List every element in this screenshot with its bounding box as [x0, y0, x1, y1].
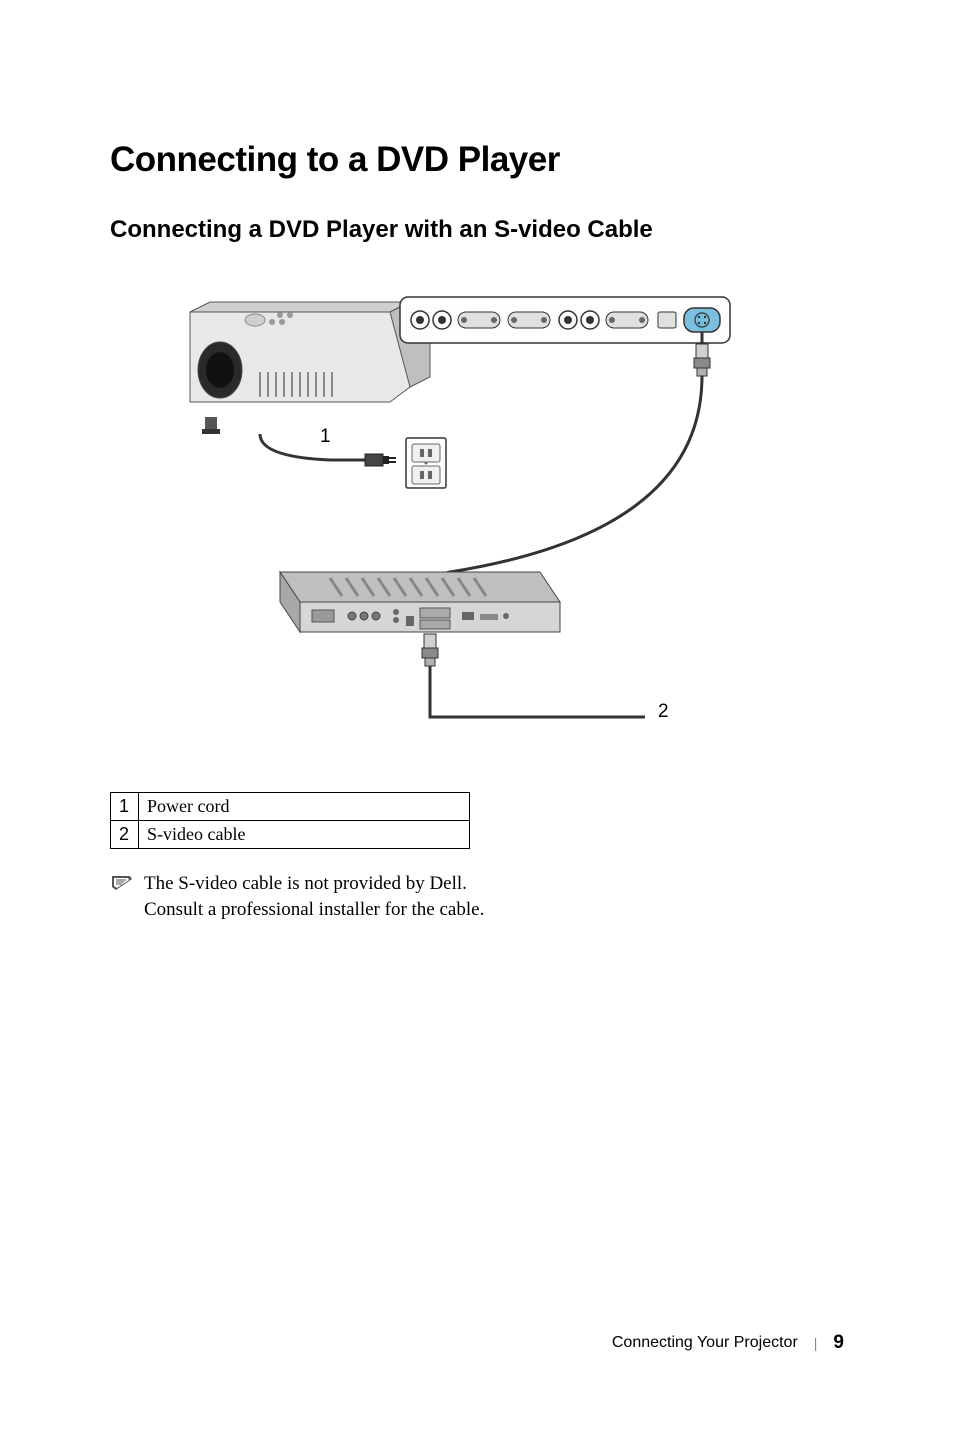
note-icon — [110, 873, 134, 893]
legend-num: 1 — [111, 793, 139, 821]
dvd-player-icon — [280, 572, 560, 632]
main-heading: Connecting to a DVD Player — [110, 140, 844, 180]
footer-divider: | — [814, 1335, 818, 1351]
wall-outlet-icon — [406, 438, 446, 488]
connector-panel-icon — [400, 297, 730, 343]
page-footer: Connecting Your Projector | 9 — [612, 1332, 844, 1354]
legend-table: 1 Power cord 2 S-video cable — [110, 792, 470, 849]
note: The S-video cable is not provided by Del… — [110, 871, 844, 922]
svideo-cable-icon — [430, 332, 710, 612]
footer-page-number: 9 — [833, 1332, 844, 1354]
table-row: 1 Power cord — [111, 793, 470, 821]
legend-num: 2 — [111, 821, 139, 849]
callout-2: 2 — [658, 701, 669, 722]
callout-1: 1 — [320, 426, 331, 447]
legend-label: Power cord — [139, 793, 470, 821]
legend-label: S-video cable — [139, 821, 470, 849]
note-line-2: Consult a professional installer for the… — [144, 899, 484, 920]
sub-heading: Connecting a DVD Player with an S-video … — [110, 216, 844, 244]
table-row: 2 S-video cable — [111, 821, 470, 849]
note-text: The S-video cable is not provided by Del… — [144, 871, 484, 922]
connection-diagram: 1 2 — [110, 272, 750, 752]
diagram-svg: 1 2 — [110, 272, 750, 752]
projector-icon — [190, 302, 430, 434]
footer-section: Connecting Your Projector — [612, 1334, 798, 1352]
note-line-1: The S-video cable is not provided by Del… — [144, 873, 467, 894]
svideo-plug-icon — [422, 634, 645, 717]
